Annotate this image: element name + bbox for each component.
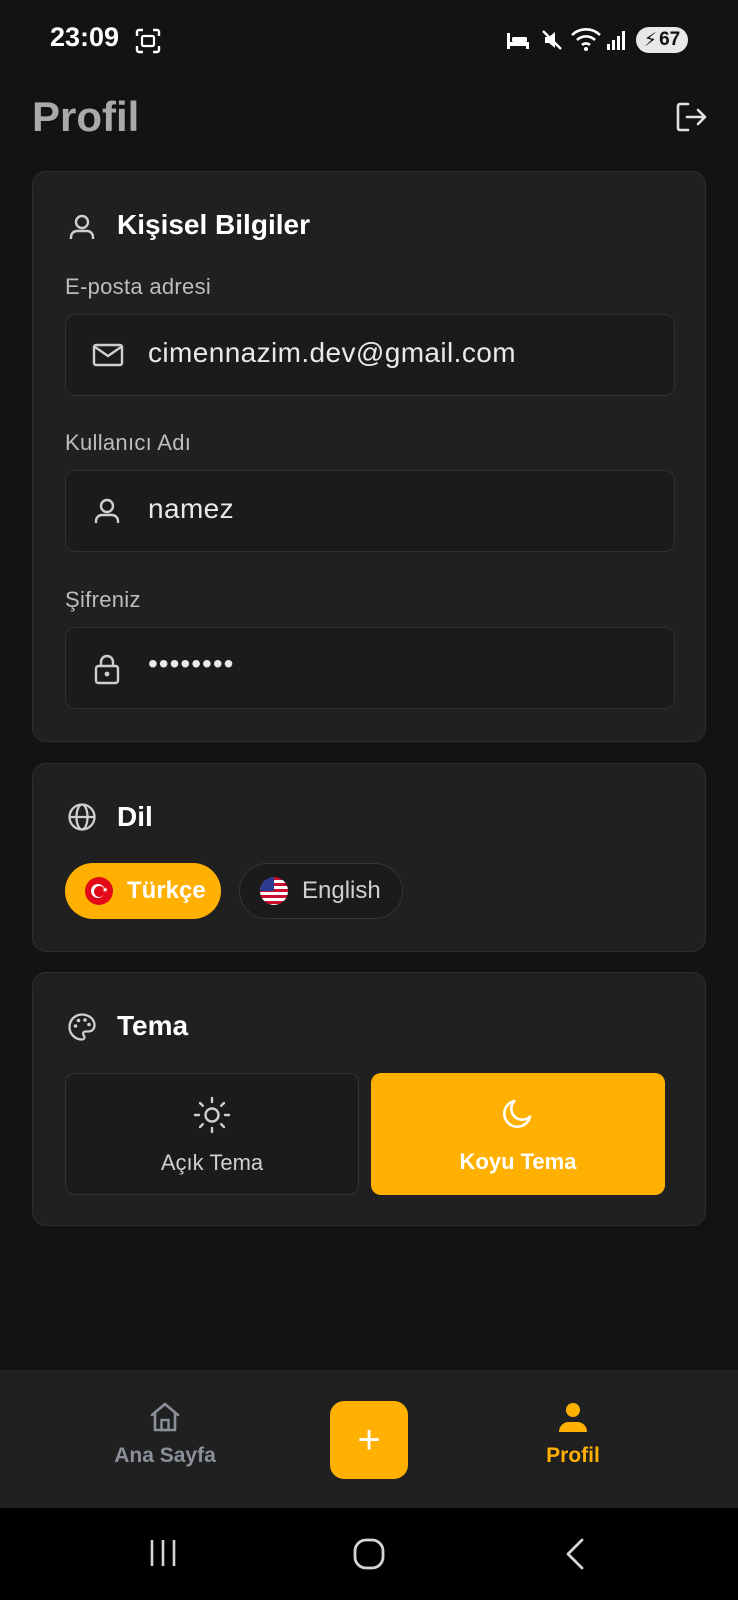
us-flag-icon bbox=[260, 877, 288, 905]
username-label: Kullanıcı Adı bbox=[65, 430, 192, 455]
email-label: E-posta adresi bbox=[65, 274, 212, 299]
dark-theme-button[interactable]: Koyu Tema bbox=[371, 1073, 665, 1195]
email-value: cimennazim.dev@gmail.com bbox=[148, 337, 516, 368]
status-time: 23:09 bbox=[50, 22, 120, 52]
back-icon[interactable] bbox=[564, 1537, 586, 1571]
username-value: namez bbox=[148, 493, 235, 524]
mute-icon bbox=[542, 30, 562, 50]
recent-apps-icon[interactable] bbox=[148, 1538, 178, 1568]
theme-title: Tema bbox=[117, 1010, 189, 1041]
nav-profile-label: Profil bbox=[546, 1444, 600, 1467]
logout-icon[interactable] bbox=[673, 99, 709, 135]
sleep-icon bbox=[507, 33, 529, 49]
username-field[interactable]: namez bbox=[65, 470, 675, 552]
palette-icon bbox=[68, 1013, 96, 1041]
language-title: Dil bbox=[117, 801, 153, 832]
dark-theme-label: Koyu Tema bbox=[459, 1149, 577, 1174]
light-theme-label: Açık Tema bbox=[160, 1150, 264, 1175]
bottom-nav: Ana Sayfa + Profil bbox=[0, 1370, 738, 1509]
system-nav-bar bbox=[0, 1508, 738, 1600]
mail-icon bbox=[92, 343, 124, 367]
status-bar: 23:09 ⚡ 67 bbox=[0, 0, 738, 80]
battery-level: 67 bbox=[659, 29, 681, 50]
home-circle-icon[interactable] bbox=[352, 1537, 386, 1571]
language-option-turkish[interactable]: ★ Türkçe bbox=[65, 863, 221, 919]
wifi-icon bbox=[571, 28, 601, 51]
personal-info-title: Kişisel Bilgiler bbox=[117, 209, 310, 240]
sun-icon bbox=[193, 1096, 231, 1134]
password-field[interactable]: •••••••• bbox=[65, 627, 675, 709]
email-field[interactable]: cimennazim.dev@gmail.com bbox=[65, 314, 675, 396]
theme-card: Tema Açık Tema Koyu Tema bbox=[32, 972, 706, 1226]
nav-home-label: Ana Sayfa bbox=[114, 1444, 216, 1467]
lock-icon bbox=[94, 654, 120, 685]
light-theme-button[interactable]: Açık Tema bbox=[65, 1073, 359, 1195]
home-icon bbox=[150, 1402, 180, 1432]
user-icon bbox=[69, 214, 95, 239]
password-label: Şifreniz bbox=[65, 587, 141, 612]
add-button[interactable]: + bbox=[330, 1401, 408, 1479]
moon-icon bbox=[503, 1099, 532, 1128]
language-option-label: Türkçe bbox=[127, 877, 206, 904]
nav-profile[interactable]: Profil bbox=[520, 1401, 626, 1468]
personal-info-card: Kişisel Bilgiler E-posta adresi cimennaz… bbox=[32, 171, 706, 742]
battery-charging-icon: ⚡ 67 bbox=[636, 27, 688, 53]
turkey-flag-icon: ★ bbox=[85, 877, 113, 905]
signal-icon bbox=[607, 31, 625, 50]
language-option-label: English bbox=[302, 877, 381, 904]
language-option-english[interactable]: English bbox=[239, 863, 403, 919]
page-title: Profil bbox=[32, 93, 140, 140]
password-value: •••••••• bbox=[148, 648, 235, 679]
globe-icon bbox=[68, 803, 96, 831]
screenshot-icon bbox=[135, 28, 161, 54]
plus-icon: + bbox=[357, 1418, 381, 1462]
language-card: Dil ★ Türkçe English bbox=[32, 763, 706, 952]
user-icon bbox=[94, 498, 120, 523]
nav-home[interactable]: Ana Sayfa bbox=[100, 1401, 230, 1468]
profile-icon bbox=[559, 1403, 587, 1432]
